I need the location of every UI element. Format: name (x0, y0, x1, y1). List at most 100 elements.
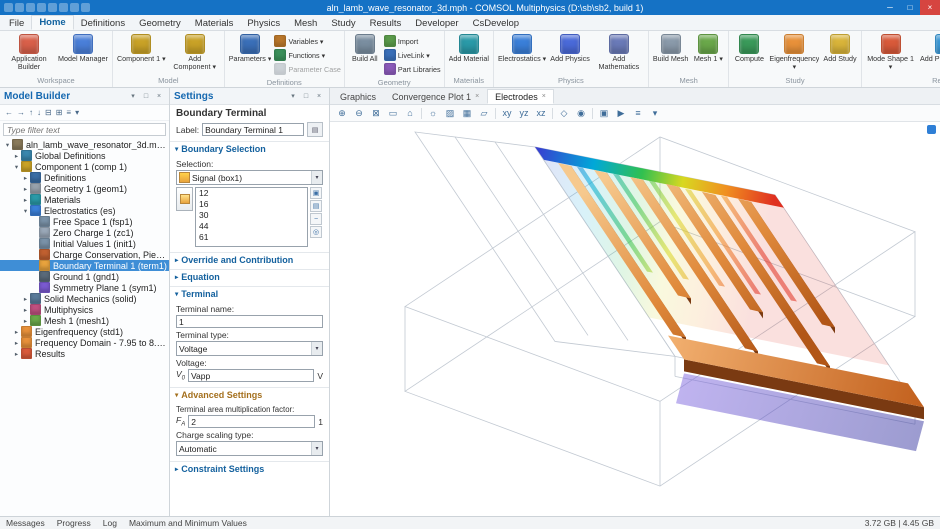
graphics-tab-electrodes[interactable]: Electrodes× (487, 89, 554, 104)
twisty-icon[interactable]: ▸ (21, 196, 30, 204)
component-1-button[interactable]: Component 1 ▾ (115, 33, 168, 64)
selection-entity[interactable]: 30 (196, 210, 307, 221)
twisty-icon[interactable]: ▸ (21, 174, 30, 182)
transparency-icon[interactable]: ▨ (442, 106, 458, 120)
status-tab-messages[interactable]: Messages (6, 518, 45, 528)
section-equation[interactable]: ▸ Equation (170, 269, 329, 284)
twisty-icon[interactable]: ▾ (12, 163, 21, 171)
selection-dropdown[interactable]: Signal (box1) ▾ (176, 170, 323, 185)
graphics-menu-icon[interactable]: ▾ (647, 106, 663, 120)
paste-selection-icon[interactable]: ▤ (310, 200, 322, 212)
model-manager-button[interactable]: Model Manager (56, 33, 110, 64)
variables-button[interactable]: Variables ▾ (274, 35, 340, 47)
tree-node-initial-values-1-init1[interactable]: Initial Values 1 (init1) (0, 238, 169, 249)
twisty-icon[interactable]: ▸ (12, 339, 21, 347)
tree-node-multiphysics[interactable]: ▸Multiphysics (0, 304, 169, 315)
active-selection-toggle[interactable] (176, 187, 193, 211)
print-icon[interactable]: ≡ (630, 106, 646, 120)
application-builder-button[interactable]: Application Builder (2, 33, 56, 73)
tree-node-eigenfrequency-std1[interactable]: ▸Eigenfrequency (std1) (0, 326, 169, 337)
mesh-1-button[interactable]: Mesh 1 ▾ (690, 33, 726, 64)
tree-node-symmetry-plane-1-sym1[interactable]: Symmetry Plane 1 (sym1) (0, 282, 169, 293)
section-terminal[interactable]: ▾ Terminal (170, 286, 329, 301)
twisty-icon[interactable]: ▸ (21, 185, 30, 193)
close-tab-icon[interactable]: × (475, 93, 479, 100)
add-component-button[interactable]: Add Component ▾ (168, 33, 222, 73)
redo-icon[interactable] (48, 3, 57, 12)
selection-entity[interactable]: 61 (196, 232, 307, 243)
show-selection-icon[interactable]: ◉ (573, 106, 589, 120)
zoom-to-selection-icon[interactable]: ◎ (310, 226, 322, 238)
voltage-input[interactable] (188, 369, 314, 382)
panel-menu-icon[interactable]: ▾ (127, 90, 139, 102)
panel-menu-icon[interactable]: ▾ (287, 90, 299, 102)
section-advanced-settings[interactable]: ▾ Advanced Settings (170, 387, 329, 402)
menu-tab-materials[interactable]: Materials (188, 17, 241, 30)
mode-shape-1-button[interactable]: Mode Shape 1 ▾ (864, 33, 918, 73)
forward-icon[interactable]: → (17, 108, 25, 117)
menu-tab-developer[interactable]: Developer (408, 17, 465, 30)
add-plot-group-button[interactable]: Add Plot Group ▾ (918, 33, 940, 73)
expand-all-icon[interactable]: ⊞ (56, 108, 63, 117)
node-text-icon[interactable]: ≡ (66, 108, 71, 117)
menu-tab-csdevelop[interactable]: CsDevelop (466, 17, 526, 30)
tree-node-solid-mechanics-solid[interactable]: ▸Solid Mechanics (solid) (0, 293, 169, 304)
move-up-icon[interactable]: ↑ (29, 108, 33, 117)
twisty-icon[interactable]: ▾ (3, 141, 12, 149)
tree-node-free-space-1-fsp1[interactable]: Free Space 1 (fsp1) (0, 216, 169, 227)
terminal-name-input[interactable] (176, 315, 323, 328)
livelink-button[interactable]: LiveLink ▾ (384, 49, 441, 61)
parameters-button[interactable]: Parameters ▾ (227, 33, 274, 64)
graphics-overlay-icon[interactable] (927, 125, 936, 134)
twisty-icon[interactable]: ▾ (21, 207, 30, 215)
tree-node-component-1-comp-1[interactable]: ▾Component 1 (comp 1) (0, 161, 169, 172)
copy-selection-icon[interactable]: ▣ (310, 187, 322, 199)
section-boundary-selection[interactable]: ▾ Boundary Selection (170, 141, 329, 156)
tree-node-boundary-terminal-1-term1[interactable]: Boundary Terminal 1 (term1) (0, 260, 169, 271)
view-xy-icon[interactable]: xy (499, 106, 515, 120)
build-all-button[interactable]: Build All (347, 33, 383, 64)
tree-node-global-definitions[interactable]: ▸Global Definitions (0, 150, 169, 161)
close-panel-icon[interactable]: × (313, 90, 325, 102)
tree-node-electrostatics-es[interactable]: ▾Electrostatics (es) (0, 205, 169, 216)
status-tab-log[interactable]: Log (103, 518, 117, 528)
menu-tab-study[interactable]: Study (324, 17, 362, 30)
tree-node-aln-lamb-wave-resonator-3d-mph-root[interactable]: ▾aln_lamb_wave_resonator_3d.mph (root) (0, 139, 169, 150)
close-tab-icon[interactable]: × (542, 93, 546, 100)
resonator-3d-view[interactable] (330, 122, 940, 516)
menu-tab-home[interactable]: Home (31, 15, 73, 30)
graphics-tab-convergence-plot-1[interactable]: Convergence Plot 1× (384, 89, 487, 104)
selection-entity[interactable]: 12 (196, 188, 307, 199)
tree-node-zero-charge-1-zc1[interactable]: Zero Charge 1 (zc1) (0, 227, 169, 238)
label-input[interactable] (202, 123, 304, 136)
zoom-extents-icon[interactable]: ⊠ (368, 106, 384, 120)
undo-icon[interactable] (37, 3, 46, 12)
tree-node-frequency-domain-7-95-to-8-05-ghz-std2[interactable]: ▸Frequency Domain - 7.95 to 8.05 GHz (st… (0, 337, 169, 348)
move-down-icon[interactable]: ↓ (37, 108, 41, 117)
graphics-tab-graphics[interactable]: Graphics (332, 89, 384, 104)
select-icon[interactable]: ◇ (556, 106, 572, 120)
tree-node-geometry-1-geom1[interactable]: ▸Geometry 1 (geom1) (0, 183, 169, 194)
twisty-icon[interactable]: ▸ (21, 306, 30, 314)
float-panel-icon[interactable]: □ (300, 90, 312, 102)
status-tab-progress[interactable]: Progress (57, 518, 91, 528)
close-button[interactable]: × (920, 0, 940, 15)
app-logo-icon[interactable] (4, 3, 13, 12)
menu-tab-physics[interactable]: Physics (240, 17, 287, 30)
twisty-icon[interactable]: ▸ (21, 317, 30, 325)
functions-button[interactable]: Functions ▾ (274, 49, 340, 61)
terminal-type-dropdown[interactable]: Voltage ▾ (176, 341, 323, 356)
selection-entity[interactable]: 44 (196, 221, 307, 232)
section-constraint-settings[interactable]: ▸ Constraint Settings (170, 461, 329, 476)
tree-node-materials[interactable]: ▸Materials (0, 194, 169, 205)
selection-list[interactable]: 1216304461 (195, 187, 308, 247)
twisty-icon[interactable]: ▸ (12, 152, 21, 160)
charge-scaling-dropdown[interactable]: Automatic ▾ (176, 441, 323, 456)
view-xz-icon[interactable]: xz (533, 106, 549, 120)
twisty-icon[interactable]: ▸ (12, 328, 21, 336)
menu-down-icon[interactable] (81, 3, 90, 12)
float-panel-icon[interactable]: □ (140, 90, 152, 102)
perspective-icon[interactable]: ▱ (476, 106, 492, 120)
compute-button[interactable]: Compute (731, 33, 767, 64)
zoom-box-icon[interactable]: ▭ (385, 106, 401, 120)
